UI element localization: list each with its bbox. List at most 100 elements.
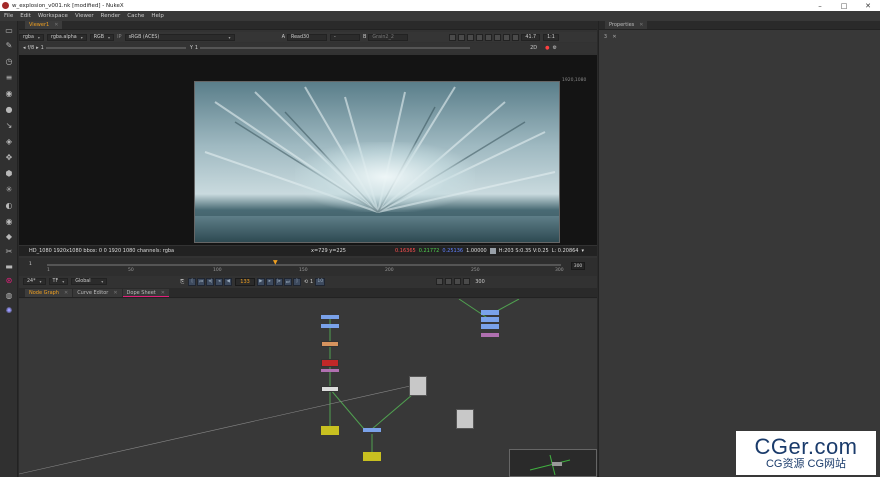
playhead-icon[interactable]: ▼: [273, 259, 278, 266]
gain-slider[interactable]: [45, 47, 186, 49]
viewer-canvas[interactable]: 1920,1080: [19, 55, 597, 245]
settings-icon[interactable]: ⚙: [553, 45, 557, 51]
timeline-end-field[interactable]: 300: [571, 262, 585, 270]
menu-edit[interactable]: Edit: [20, 13, 31, 19]
alpha-dropdown[interactable]: rgba.alpha ▾: [46, 33, 87, 41]
merge-node[interactable]: [321, 341, 339, 347]
tab-viewer1[interactable]: Viewer1 ✕: [25, 21, 63, 29]
maximize-button[interactable]: □: [832, 2, 856, 10]
channels-dropdown[interactable]: rgba ▾: [19, 33, 44, 41]
export-icon[interactable]: [463, 278, 471, 285]
fstop-right-icon[interactable]: ▸: [36, 45, 39, 51]
metadata-tool-icon[interactable]: ◆: [4, 232, 14, 242]
end-frame[interactable]: 300: [475, 279, 485, 285]
out-marker-icon[interactable]: [445, 278, 453, 285]
gamma-slider[interactable]: [200, 47, 471, 49]
minimize-button[interactable]: –: [808, 2, 832, 10]
scope-dropdown[interactable]: Global ▾: [71, 278, 108, 285]
merge-node[interactable]: [321, 386, 339, 392]
read-node[interactable]: [409, 376, 427, 396]
close-button[interactable]: ✕: [856, 2, 880, 10]
furnace-tool-icon[interactable]: ⊛: [4, 276, 14, 286]
transform-tool-icon[interactable]: ✥: [4, 153, 14, 163]
keyer-tool-icon[interactable]: ↘: [4, 121, 14, 131]
tab-properties[interactable]: Properties ✕: [605, 21, 648, 29]
time-tool-icon[interactable]: ◷: [4, 57, 14, 67]
menu-viewer[interactable]: Viewer: [75, 13, 94, 19]
wipe-dropdown[interactable]: -: [329, 33, 360, 41]
step-back-button[interactable]: ◂: [215, 277, 224, 286]
in-marker-icon[interactable]: [436, 278, 444, 285]
deep-tool-icon[interactable]: ◐: [4, 201, 14, 211]
merge-tool-icon[interactable]: ◈: [4, 137, 14, 147]
transform-node[interactable]: [363, 428, 381, 432]
timeline-track[interactable]: [47, 264, 561, 266]
menu-help[interactable]: Help: [151, 13, 164, 19]
next-keyframe-button[interactable]: |▸: [274, 277, 283, 286]
gamma-value[interactable]: 1: [195, 45, 198, 51]
read-node[interactable]: [456, 409, 474, 429]
last-frame-button[interactable]: ⏭: [283, 277, 292, 286]
current-frame-field[interactable]: 133: [235, 277, 255, 286]
particles-tool-icon[interactable]: ✳: [4, 185, 14, 195]
tab-curve-editor[interactable]: Curve Editor ✕: [73, 289, 122, 297]
node-graph-minimap[interactable]: [509, 449, 597, 477]
3d-tool-icon[interactable]: ⬢: [4, 169, 14, 179]
effect-node[interactable]: [481, 333, 499, 337]
gain-value[interactable]: 1: [41, 45, 44, 51]
play-backward-button[interactable]: ◀: [224, 277, 233, 286]
views-tool-icon[interactable]: ◉: [4, 217, 14, 227]
ocula-tool-icon[interactable]: ◍: [4, 291, 14, 301]
tab-dope-sheet[interactable]: Dope Sheet ✕: [122, 289, 169, 297]
effect-node[interactable]: [321, 359, 339, 367]
close-icon[interactable]: ✕: [639, 22, 643, 28]
lock-icon[interactable]: [454, 278, 462, 285]
plugins-tool-icon[interactable]: ✺: [4, 306, 14, 316]
fstop-arrow-icon[interactable]: ◂: [23, 45, 26, 51]
toolsets-tool-icon[interactable]: ✂: [4, 247, 14, 257]
ratio-dropdown[interactable]: 1:1: [543, 33, 559, 41]
transform-node[interactable]: [481, 310, 499, 315]
clipping-icon[interactable]: [458, 33, 466, 41]
write-node[interactable]: [363, 452, 381, 461]
close-icon[interactable]: ✕: [161, 290, 165, 296]
close-icon[interactable]: ✕: [64, 290, 68, 296]
fps-dropdown[interactable]: 24* ▾: [23, 278, 46, 285]
close-icon[interactable]: ✕: [113, 290, 117, 296]
in-point-button[interactable]: [: [188, 277, 197, 286]
tf-dropdown[interactable]: TF ▾: [48, 278, 69, 285]
timeline[interactable]: 1 1 50 100 150 200 250 300 ▼ 300: [19, 258, 597, 276]
render-icon[interactable]: [503, 33, 511, 41]
input-a-dropdown[interactable]: Read30: [286, 33, 327, 41]
step-forward-button[interactable]: ▸: [265, 277, 274, 286]
menu-render[interactable]: Render: [101, 13, 121, 19]
clear-panels-icon[interactable]: ✕: [610, 33, 619, 41]
other-tool-icon[interactable]: ▬: [4, 262, 14, 272]
out-point-button[interactable]: ]: [292, 277, 301, 286]
transform-node[interactable]: [321, 315, 339, 319]
roi-icon[interactable]: [449, 33, 457, 41]
filter-tool-icon[interactable]: ●: [4, 105, 14, 115]
input-b-dropdown[interactable]: Grain2_2: [368, 33, 409, 41]
transform-node[interactable]: [321, 324, 339, 328]
first-frame-button[interactable]: ⏮: [197, 277, 206, 286]
flipbook-icon[interactable]: ⎘: [180, 279, 184, 285]
image-tool-icon[interactable]: ▭: [4, 26, 14, 36]
node-graph-canvas[interactable]: [19, 299, 597, 477]
menu-cache[interactable]: Cache: [127, 13, 144, 19]
step-increment-button[interactable]: 10: [315, 277, 326, 286]
colorspace-dropdown[interactable]: sRGB (ACES) ▾: [124, 33, 235, 41]
fstop-value[interactable]: f/8: [28, 45, 35, 51]
tab-node-graph[interactable]: Node Graph ✕: [25, 289, 73, 297]
effect-node[interactable]: [321, 369, 339, 372]
overlay-icon[interactable]: [485, 33, 493, 41]
transform-node[interactable]: [481, 324, 499, 329]
zoom-dropdown[interactable]: 41.7: [521, 33, 541, 41]
lut-icon[interactable]: [476, 33, 484, 41]
info-expand-icon[interactable]: ▾: [582, 248, 585, 254]
record-icon[interactable]: ●: [545, 45, 549, 51]
draw-tool-icon[interactable]: ✎: [4, 41, 14, 51]
max-panels-icon[interactable]: 3: [601, 33, 610, 41]
prev-keyframe-button[interactable]: ◂|: [206, 277, 215, 286]
view-mode[interactable]: 2D: [530, 45, 537, 51]
